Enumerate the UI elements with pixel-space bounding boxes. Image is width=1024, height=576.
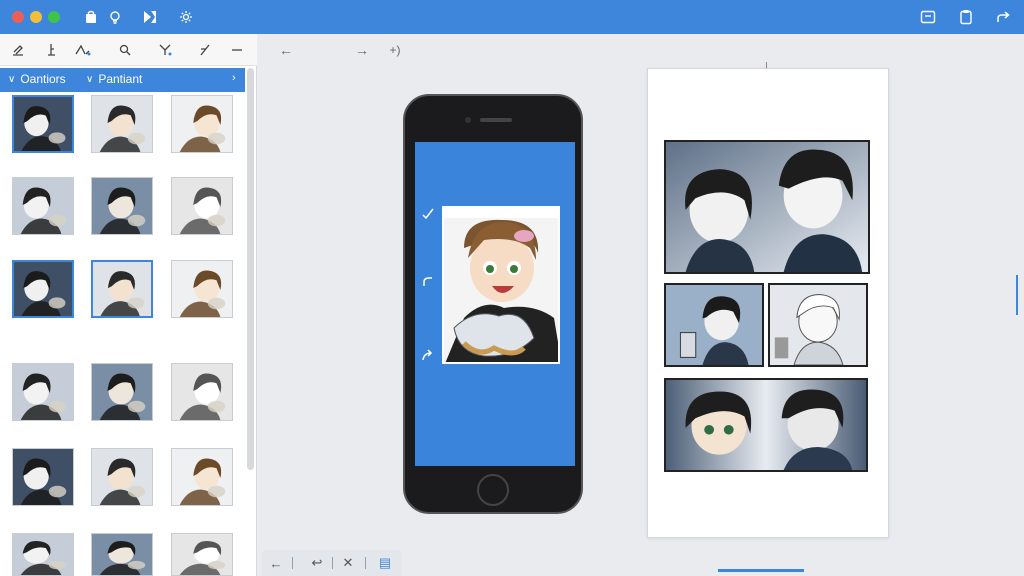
thumbnail-item[interactable] (171, 95, 233, 153)
thumbnail-item[interactable] (91, 177, 153, 235)
minus-tool-icon[interactable] (228, 41, 246, 59)
thumbnail-item[interactable] (91, 533, 153, 576)
window-icon[interactable] (919, 8, 937, 26)
redo-button[interactable]: +) (384, 41, 406, 59)
share-arrow-icon[interactable] (421, 348, 435, 362)
flag-icon[interactable] (141, 8, 159, 26)
thumbnail-item[interactable] (171, 177, 233, 235)
clipboard-icon[interactable] (957, 8, 975, 26)
comic-panel-1[interactable] (664, 140, 870, 274)
gear-icon[interactable] (177, 8, 195, 26)
toolbar-divider (332, 557, 333, 569)
thumbnail-item[interactable] (91, 260, 153, 318)
share-icon[interactable] (995, 8, 1013, 26)
bulb-icon[interactable] (106, 8, 124, 26)
layout-button[interactable]: ▤ (377, 555, 393, 571)
thumbnail-item[interactable] (91, 363, 153, 421)
canvas-scroll-indicator[interactable] (1016, 275, 1018, 315)
thumbnail-item[interactable] (171, 260, 233, 318)
thumbnail-item[interactable] (171, 448, 233, 506)
sidebar-tab-bar: ∨ Oantiors ∨ Pantiant › (0, 68, 245, 92)
thumbnail-item[interactable] (171, 533, 233, 576)
anchor-tool-icon[interactable] (43, 41, 61, 59)
bend-tool-icon[interactable] (74, 41, 92, 59)
thumbnail-item[interactable] (12, 363, 74, 421)
undo-icon[interactable] (421, 274, 435, 288)
thumbnail-item[interactable] (12, 95, 74, 153)
undo-button[interactable]: ↩ (309, 555, 325, 571)
back-button[interactable]: ← (277, 41, 295, 59)
phone-comic-panel[interactable] (442, 206, 560, 364)
thumbnail-item[interactable] (91, 95, 153, 153)
thumbnail-item[interactable] (12, 260, 74, 318)
close-button[interactable]: ✕ (340, 555, 356, 571)
drawing-toolbar (0, 34, 257, 66)
comic-panel-2[interactable] (664, 283, 764, 367)
toolbar-divider (292, 557, 293, 569)
page-preview[interactable] (647, 68, 889, 538)
tab-label: Oantiors (20, 72, 66, 86)
tab-label: Pantiant (98, 72, 143, 86)
chevron-right-icon: › (232, 72, 236, 84)
back-arrow-button[interactable]: ← (268, 555, 284, 571)
tab-pantiant[interactable]: ∨ Pantiant (86, 72, 142, 86)
phone-speaker (480, 118, 512, 122)
bag-icon[interactable] (82, 8, 100, 26)
phone-mockup (403, 94, 583, 514)
page-indicator-line (718, 569, 804, 572)
check-icon[interactable] (421, 206, 435, 220)
thumbnail-item[interactable] (171, 363, 233, 421)
thumbnail-item[interactable] (12, 177, 74, 235)
phone-camera (465, 117, 471, 123)
tab-oantiors[interactable]: ∨ Oantiors (8, 72, 66, 86)
scissors-tool-icon[interactable] (156, 41, 174, 59)
thumbnail-item[interactable] (91, 448, 153, 506)
title-bar (0, 0, 1024, 34)
bottom-toolbar: ← ↩ ✕ ▤ (262, 550, 402, 576)
slash-tool-icon[interactable] (196, 41, 214, 59)
sidebar-scrollbar[interactable] (247, 68, 254, 470)
chevron-down-icon: ∨ (8, 73, 16, 85)
toolbar-divider (365, 557, 366, 569)
thumbnail-item[interactable] (12, 448, 74, 506)
comic-panel-3[interactable] (768, 283, 868, 367)
tab-overflow-button[interactable]: › (232, 72, 236, 84)
phone-screen (415, 142, 575, 466)
close-window-button[interactable] (12, 11, 24, 23)
maximize-window-button[interactable] (48, 11, 60, 23)
comic-panel-4[interactable] (664, 378, 868, 472)
brush-tool-icon[interactable] (116, 41, 134, 59)
forward-button[interactable]: → (353, 41, 371, 59)
chevron-down-icon: ∨ (86, 73, 94, 85)
minimize-window-button[interactable] (30, 11, 42, 23)
thumbnail-item[interactable] (12, 533, 74, 576)
phone-home-button[interactable] (477, 474, 509, 506)
edit-tool-icon[interactable] (9, 41, 27, 59)
